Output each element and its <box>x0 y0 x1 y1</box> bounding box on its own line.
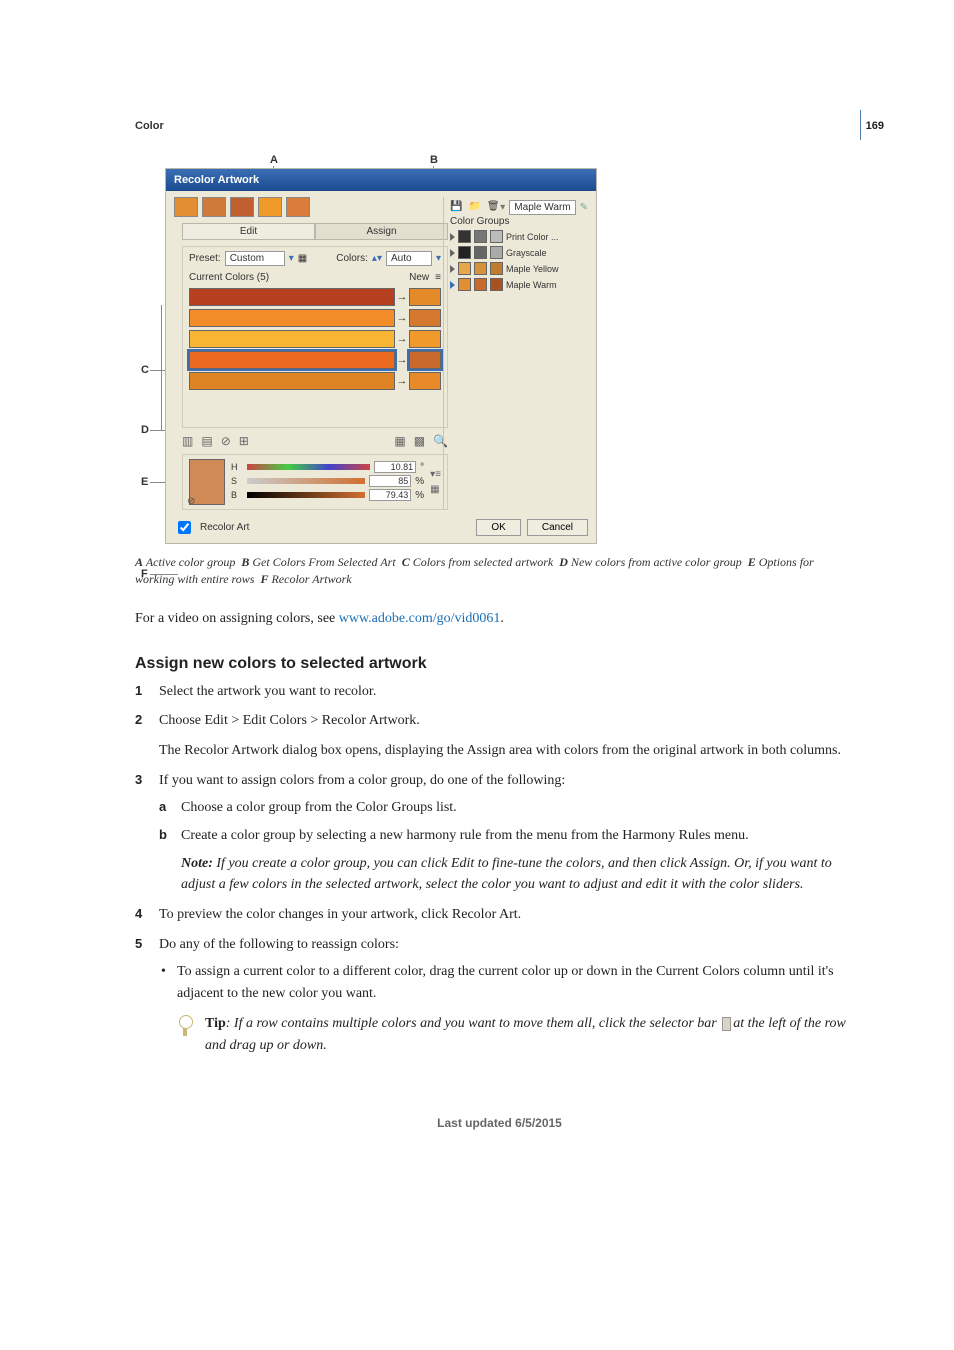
separate-icon[interactable]: ▤ <box>201 434 212 448</box>
arrow-icon[interactable]: → <box>395 375 409 387</box>
step-3: If you want to assign colors from a colo… <box>135 770 864 896</box>
chevron-down-icon[interactable]: ▾ <box>436 253 441 264</box>
color-row[interactable]: → <box>189 288 441 306</box>
callout-C: C <box>141 364 149 376</box>
color-row[interactable]: → <box>189 351 441 369</box>
recolor-art-checkbox[interactable] <box>178 521 191 534</box>
dialog-title: Recolor Artwork <box>166 169 596 191</box>
page-number: 169 <box>866 120 884 132</box>
color-group-item[interactable]: Print Color ... <box>450 230 590 243</box>
section-heading: Assign new colors to selected artwork <box>135 655 864 673</box>
h-label: H <box>231 462 243 472</box>
color-group-item[interactable]: Maple Yellow <box>450 262 590 275</box>
color-group-item[interactable]: Maple Warm <box>450 278 590 291</box>
lightbulb-icon <box>177 1015 193 1035</box>
h-value[interactable]: 10.81 <box>374 461 416 473</box>
harmony-swatch[interactable] <box>258 197 282 217</box>
s-slider[interactable] <box>247 478 365 484</box>
color-row[interactable]: → <box>189 330 441 348</box>
s-value[interactable]: 85 <box>369 475 411 487</box>
step-3a: Choose a color group from the Color Grou… <box>159 797 864 819</box>
figure-caption: A Active color group B Get Colors From S… <box>135 554 835 588</box>
randomize-order-icon[interactable]: ▩ <box>414 434 425 448</box>
color-row[interactable]: → <box>189 309 441 327</box>
preset-label: Preset: <box>189 253 221 264</box>
color-mode-menu-icon[interactable]: ▾≡ <box>430 469 441 480</box>
active-group-swatch[interactable] <box>174 197 198 217</box>
video-paragraph: For a video on assigning colors, see www… <box>135 608 864 629</box>
b-slider[interactable] <box>247 492 365 498</box>
b-value[interactable]: 79.43 <box>369 489 411 501</box>
save-group-icon[interactable]: 💾 <box>450 201 462 212</box>
colors-stepper-icon[interactable]: ▴▾ <box>372 253 382 264</box>
harmony-swatch[interactable] <box>230 197 254 217</box>
step-1: Select the artwork you want to recolor. <box>135 681 864 703</box>
step-5-bullet: To assign a current color to a different… <box>159 961 864 1056</box>
callout-B: B <box>430 154 438 166</box>
callout-A: A <box>270 154 278 166</box>
step-4: To preview the color changes in your art… <box>135 904 864 926</box>
ok-button[interactable]: OK <box>476 519 520 536</box>
step-2: Choose Edit > Edit Colors > Recolor Artw… <box>135 710 864 761</box>
arrow-icon[interactable]: → <box>395 354 409 366</box>
recolor-artwork-screenshot: Recolor Artwork ▾ Maple Warm ✎ 💾 📁 🗑 Col… <box>165 168 597 544</box>
color-group-item[interactable]: Grayscale <box>450 246 590 259</box>
swatches-limit-icon[interactable]: ▦ <box>430 484 441 495</box>
colors-label: Colors: <box>336 253 368 264</box>
chevron-down-icon[interactable]: ▾ <box>289 253 294 264</box>
video-link[interactable]: www.adobe.com/go/vid0061 <box>339 611 501 626</box>
step-5: Do any of the following to reassign colo… <box>135 934 864 1056</box>
merge-icon[interactable]: ▥ <box>182 434 193 448</box>
tab-assign[interactable]: Assign <box>315 223 448 240</box>
cancel-button[interactable]: Cancel <box>527 519 588 536</box>
callout-D: D <box>141 424 149 436</box>
exclude-icon[interactable]: ⊘ <box>221 434 231 448</box>
arrow-icon[interactable]: → <box>395 312 409 324</box>
selected-color-swatch: ⊘ <box>189 459 225 505</box>
arrow-icon[interactable]: → <box>395 291 409 303</box>
selector-bar-icon <box>722 1017 731 1031</box>
color-reduction-icon[interactable]: ▦ <box>298 253 307 264</box>
s-label: S <box>231 476 243 486</box>
color-groups-label: Color Groups <box>450 216 590 227</box>
callout-F: F <box>141 568 148 580</box>
new-colors-label: New <box>409 272 429 283</box>
harmony-swatch[interactable] <box>286 197 310 217</box>
harmony-swatch[interactable] <box>202 197 226 217</box>
colors-select[interactable]: Auto <box>386 251 432 266</box>
running-head: Color <box>135 120 864 132</box>
arrow-icon[interactable]: → <box>395 333 409 345</box>
b-label: B <box>231 490 243 500</box>
current-colors-label: Current Colors (5) <box>189 272 269 283</box>
new-row-icon[interactable]: ⊞ <box>239 434 249 448</box>
page-footer: Last updated 6/5/2015 <box>135 1116 864 1130</box>
new-group-icon[interactable]: 📁 <box>468 201 480 212</box>
color-row[interactable]: → <box>189 372 441 390</box>
drop-zone[interactable] <box>189 393 441 419</box>
preset-select[interactable]: Custom <box>225 251 285 266</box>
out-of-gamut-icon[interactable]: ⊘ <box>187 496 221 507</box>
randomize-saturation-icon[interactable]: ▦ <box>394 434 405 448</box>
menu-icon[interactable]: ≡ <box>435 272 441 283</box>
h-slider[interactable] <box>247 464 370 470</box>
tab-edit[interactable]: Edit <box>182 223 315 240</box>
callout-E: E <box>141 476 148 488</box>
recolor-art-label: Recolor Art <box>200 522 249 533</box>
step-3b: Create a color group by selecting a new … <box>159 825 864 896</box>
delete-group-icon[interactable]: 🗑 <box>487 201 500 212</box>
